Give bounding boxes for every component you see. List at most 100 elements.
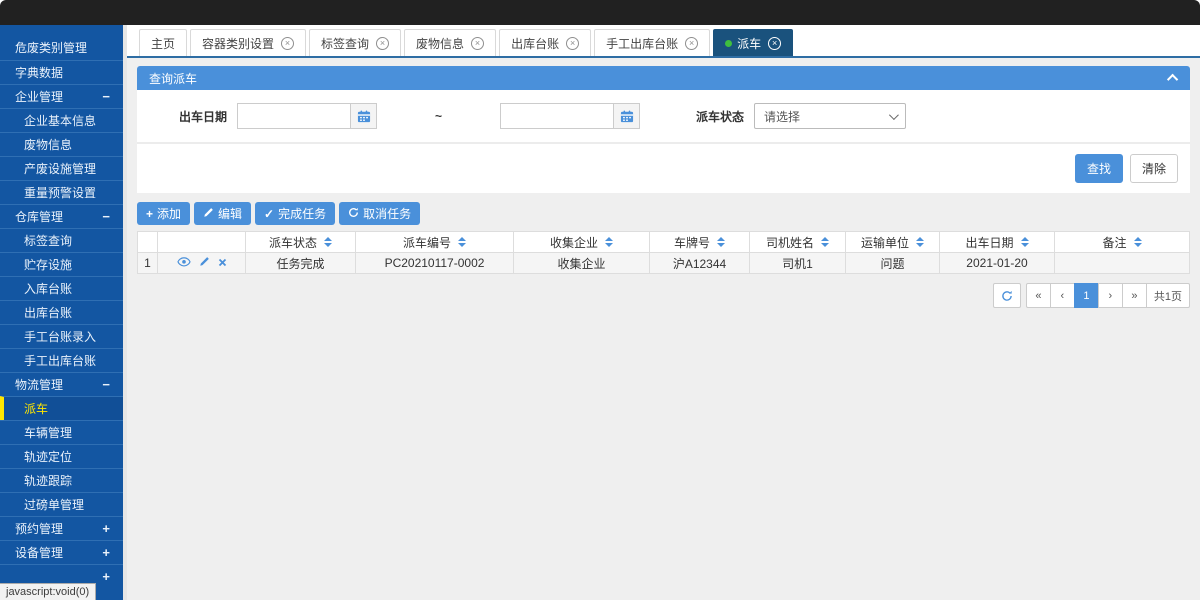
calendar-icon[interactable] — [350, 103, 377, 129]
table-row[interactable]: 1 任务完成 PC20210117-0002 收集企业 沪A12344 — [138, 253, 1190, 274]
sidebar-item-label: 标签查询 — [24, 234, 72, 248]
sidebar-item-storage-facility[interactable]: 贮存设施 — [0, 252, 123, 276]
sidebar-item-label: 产废设施管理 — [24, 162, 96, 176]
sidebar-item-weighbridge-management[interactable]: 过磅单管理 — [0, 492, 123, 516]
column-departure-date[interactable]: 出车日期 — [940, 232, 1055, 253]
sidebar-item-label-query[interactable]: 标签查询 — [0, 228, 123, 252]
sidebar-item-hazard-category[interactable]: 危废类别管理 — [0, 36, 123, 60]
select-value: 请选择 — [764, 108, 800, 125]
collapse-minus-icon[interactable]: − — [102, 373, 110, 397]
tab-label: 标签查询 — [321, 35, 369, 52]
close-icon[interactable]: × — [471, 37, 484, 50]
sidebar-group-equipment[interactable]: 设备管理 + — [0, 540, 123, 564]
edit-pencil-icon[interactable] — [199, 256, 210, 270]
sidebar-item-waste-facility[interactable]: 产废设施管理 — [0, 156, 123, 180]
tab-home[interactable]: 主页 — [139, 29, 187, 56]
close-icon[interactable]: × — [281, 37, 294, 50]
search-button[interactable]: 查找 — [1075, 154, 1123, 183]
last-page-button[interactable]: » — [1122, 283, 1147, 308]
sidebar-item-vehicle-management[interactable]: 车辆管理 — [0, 420, 123, 444]
cell-driver-name: 司机1 — [750, 253, 846, 274]
expand-plus-icon[interactable]: + — [102, 541, 110, 565]
sidebar-item-label: 设备管理 — [15, 546, 63, 560]
sidebar-group-warehouse[interactable]: 仓库管理− — [0, 204, 123, 228]
dispatch-status-select[interactable]: 请选择 — [754, 103, 906, 129]
column-label: 派车状态 — [269, 234, 317, 251]
chevron-up-icon[interactable] — [1167, 74, 1178, 85]
column-dispatch-number[interactable]: 派车编号 — [356, 232, 514, 253]
sort-icon[interactable] — [605, 237, 613, 247]
sidebar-group-reservation[interactable]: 预约管理+ — [0, 516, 123, 540]
tab-dispatch-active[interactable]: 派车× — [713, 29, 793, 56]
column-label: 运输单位 — [861, 234, 909, 251]
close-icon[interactable]: × — [376, 37, 389, 50]
sidebar-item-inbound-ledger[interactable]: 入库台账 — [0, 276, 123, 300]
column-dispatch-status[interactable]: 派车状态 — [246, 232, 356, 253]
tab-outbound-ledger[interactable]: 出库台账 × — [499, 29, 591, 56]
tab-label: 容器类别设置 — [202, 35, 274, 52]
sidebar-item-track-positioning[interactable]: 轨迹定位 — [0, 444, 123, 468]
sidebar-group-enterprise[interactable]: 企业管理− — [0, 84, 123, 108]
sort-icon[interactable] — [821, 237, 829, 247]
prev-page-button[interactable]: ‹ — [1050, 283, 1075, 308]
complete-task-button[interactable]: ✓完成任务 — [255, 202, 335, 225]
sidebar-item-outbound-ledger[interactable]: 出库台账 — [0, 300, 123, 324]
sidebar-group-logistics[interactable]: 物流管理− — [0, 372, 123, 396]
tab-label-query[interactable]: 标签查询 × — [309, 29, 401, 56]
expand-plus-icon[interactable]: + — [102, 565, 110, 589]
date-to-input[interactable] — [500, 103, 613, 129]
date-field-label: 出车日期 — [179, 108, 227, 125]
sort-icon[interactable] — [717, 237, 725, 247]
sidebar-item-label: 派车 — [24, 402, 48, 416]
first-page-button[interactable]: « — [1026, 283, 1051, 308]
sidebar-item-label: 重量预警设置 — [24, 186, 96, 200]
calendar-icon[interactable] — [613, 103, 640, 129]
sidebar-item-label: 轨迹定位 — [24, 450, 72, 464]
sort-icon[interactable] — [916, 237, 924, 247]
collapse-minus-icon[interactable]: − — [102, 205, 110, 229]
add-button[interactable]: +添加 — [137, 202, 190, 225]
view-eye-icon[interactable] — [177, 256, 191, 271]
refresh-button[interactable] — [993, 283, 1021, 308]
clear-button[interactable]: 清除 — [1130, 154, 1178, 183]
sort-icon[interactable] — [1134, 237, 1142, 247]
close-icon[interactable]: × — [768, 37, 781, 50]
column-label: 收集企业 — [550, 234, 598, 251]
sidebar-item-dispatch-active[interactable]: 派车 — [0, 396, 123, 420]
sidebar-item-weight-warning[interactable]: 重量预警设置 — [0, 180, 123, 204]
column-remark[interactable]: 备注 — [1055, 232, 1190, 253]
close-icon[interactable]: × — [566, 37, 579, 50]
column-driver-name[interactable]: 司机姓名 — [750, 232, 846, 253]
cell-remark — [1055, 253, 1190, 274]
column-transport-unit[interactable]: 运输单位 — [846, 232, 940, 253]
tab-container-category[interactable]: 容器类别设置 × — [190, 29, 306, 56]
sidebar-item-label: 轨迹跟踪 — [24, 474, 72, 488]
sidebar-item-track-tracing[interactable]: 轨迹跟踪 — [0, 468, 123, 492]
sidebar-item-manual-ledger-entry[interactable]: 手工台账录入 — [0, 324, 123, 348]
tab-manual-outbound-ledger[interactable]: 手工出库台账× — [594, 29, 710, 56]
expand-plus-icon[interactable]: + — [102, 517, 110, 541]
sort-icon[interactable] — [458, 237, 466, 247]
tab-label: 出库台账 — [511, 35, 559, 52]
cancel-task-button[interactable]: 取消任务 — [339, 202, 420, 225]
column-plate-number[interactable]: 车牌号 — [650, 232, 750, 253]
sort-icon[interactable] — [1021, 237, 1029, 247]
next-page-button[interactable]: › — [1098, 283, 1123, 308]
sidebar-item-enterprise-info[interactable]: 企业基本信息 — [0, 108, 123, 132]
query-panel-header[interactable]: 查询派车 — [137, 66, 1190, 90]
sidebar-item-dictionary-data[interactable]: 字典数据 — [0, 60, 123, 84]
date-from-input[interactable] — [237, 103, 350, 129]
sidebar-item-label: 过磅单管理 — [24, 498, 84, 512]
column-collect-company[interactable]: 收集企业 — [514, 232, 650, 253]
delete-x-icon[interactable] — [218, 256, 227, 270]
sidebar-item-waste-info[interactable]: 废物信息 — [0, 132, 123, 156]
collapse-minus-icon[interactable]: − — [102, 85, 110, 109]
close-icon[interactable]: × — [685, 37, 698, 50]
edit-button[interactable]: 编辑 — [194, 202, 251, 225]
current-page-button[interactable]: 1 — [1074, 283, 1099, 308]
sidebar-item-manual-outbound-ledger[interactable]: 手工出库台账 — [0, 348, 123, 372]
sidebar-item-label: 入库台账 — [24, 282, 72, 296]
status-field-label: 派车状态 — [696, 108, 744, 125]
sort-icon[interactable] — [324, 237, 332, 247]
tab-waste-info[interactable]: 废物信息× — [404, 29, 496, 56]
